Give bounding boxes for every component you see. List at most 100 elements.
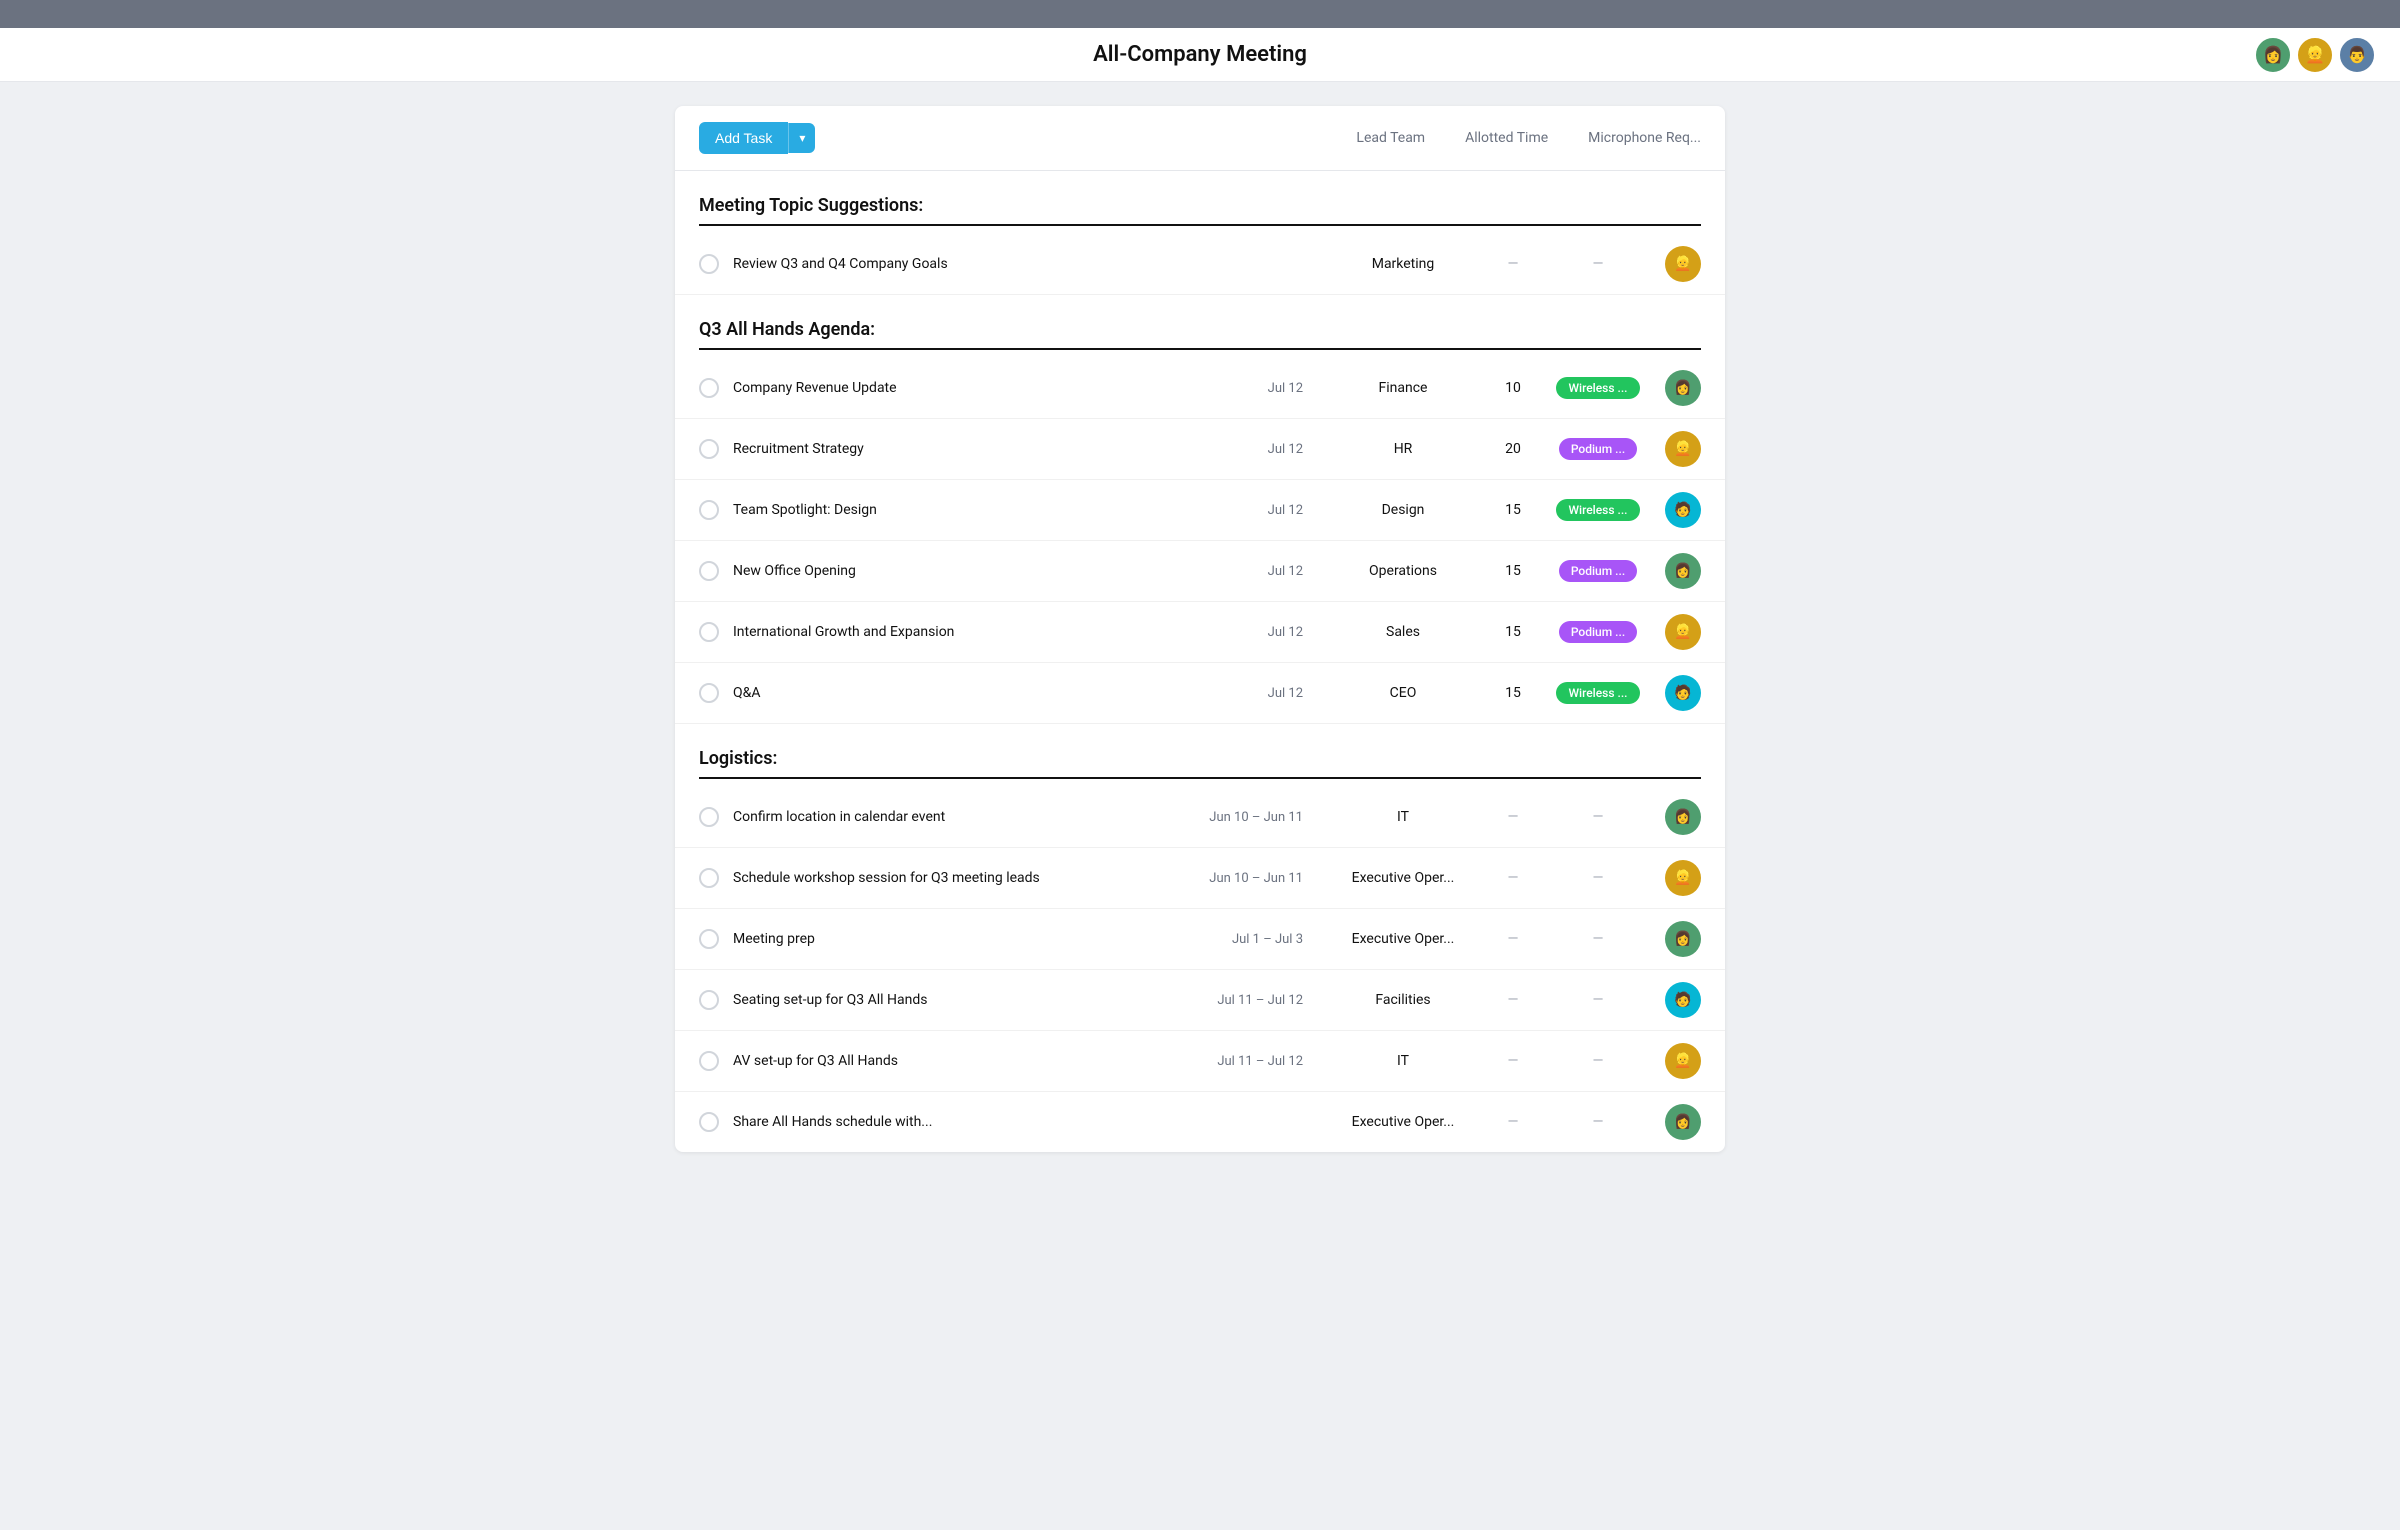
task-checkbox[interactable] [699,500,719,520]
add-task-dropdown-button[interactable]: ▾ [788,123,815,153]
task-name: New Office Opening [733,563,1173,579]
task-time: — [1483,809,1543,825]
task-mic: — [1543,809,1653,825]
task-checkbox[interactable] [699,929,719,949]
task-checkbox[interactable] [699,439,719,459]
task-team: Marketing [1323,256,1483,272]
task-name: Company Revenue Update [733,380,1173,396]
task-team: CEO [1323,685,1483,701]
avatar-1[interactable]: 👩 [2254,36,2292,74]
avatar-2[interactable]: 👱 [2296,36,2334,74]
main-content: Add Task ▾ Lead Team Allotted Time Micro… [0,82,2400,1176]
col-microphone-req: Microphone Req... [1588,130,1701,146]
task-time: 15 [1483,502,1543,518]
task-mic: Podium ... [1543,560,1653,582]
avatar: 🧑 [1665,492,1701,528]
toolbar-columns: Lead Team Allotted Time Microphone Req..… [1356,130,1701,146]
table-row: Q&A Jul 12 CEO 15 Wireless ... 🧑 [675,663,1725,724]
task-name: Team Spotlight: Design [733,502,1173,518]
table-row: Company Revenue Update Jul 12 Finance 10… [675,358,1725,419]
task-checkbox[interactable] [699,561,719,581]
task-time: 20 [1483,441,1543,457]
mic-badge[interactable]: Podium ... [1559,621,1637,643]
section-logistics: Logistics: [675,724,1725,787]
task-mic: — [1543,1053,1653,1069]
task-card: Add Task ▾ Lead Team Allotted Time Micro… [675,106,1725,1152]
task-date: Jul 12 [1173,381,1303,396]
task-name: Confirm location in calendar event [733,809,1173,825]
avatar: 👱 [1665,246,1701,282]
task-date: Jul 12 [1173,503,1303,518]
avatar: 👱 [1665,614,1701,650]
section-title-q3: Q3 All Hands Agenda: [699,319,1701,350]
table-row: Meeting prep Jul 1 – Jul 3 Executive Ope… [675,909,1725,970]
task-checkbox[interactable] [699,378,719,398]
task-time: — [1483,1114,1543,1130]
avatar: 👩 [1665,370,1701,406]
task-mic: Podium ... [1543,621,1653,643]
task-time: 15 [1483,563,1543,579]
top-bar [0,0,2400,28]
task-name: Recruitment Strategy [733,441,1173,457]
task-mic: Wireless ... [1543,682,1653,704]
task-name: International Growth and Expansion [733,624,1173,640]
task-time: 10 [1483,380,1543,396]
task-time: — [1483,992,1543,1008]
page-title: All-Company Meeting [1093,42,1307,67]
task-checkbox[interactable] [699,1112,719,1132]
task-date: Jul 11 – Jul 12 [1173,993,1303,1008]
task-mic: — [1543,931,1653,947]
task-date: Jul 12 [1173,625,1303,640]
toolbar: Add Task ▾ Lead Team Allotted Time Micro… [675,106,1725,171]
avatar: 👱 [1665,860,1701,896]
avatar: 👩 [1665,1104,1701,1140]
avatar: 🧑 [1665,675,1701,711]
mic-badge[interactable]: Wireless ... [1556,377,1639,399]
task-checkbox[interactable] [699,1051,719,1071]
task-team: Finance [1323,380,1483,396]
table-row: Recruitment Strategy Jul 12 HR 20 Podium… [675,419,1725,480]
section-title-meeting-topic: Meeting Topic Suggestions: [699,195,1701,226]
task-checkbox[interactable] [699,254,719,274]
task-mic: — [1543,992,1653,1008]
task-date: Jun 10 – Jun 11 [1173,810,1303,825]
mic-badge[interactable]: Wireless ... [1556,682,1639,704]
task-mic: — [1543,256,1653,272]
mic-badge[interactable]: Podium ... [1559,438,1637,460]
task-time: 15 [1483,685,1543,701]
task-checkbox[interactable] [699,990,719,1010]
header: All-Company Meeting 👩 👱 👨 [0,28,2400,82]
task-time: — [1483,1053,1543,1069]
table-row: Confirm location in calendar event Jun 1… [675,787,1725,848]
task-checkbox[interactable] [699,622,719,642]
add-task-button[interactable]: Add Task [699,122,788,154]
avatar: 🧑 [1665,982,1701,1018]
task-team: Executive Oper... [1323,1114,1483,1130]
task-time: 15 [1483,624,1543,640]
mic-badge[interactable]: Podium ... [1559,560,1637,582]
task-date: Jul 12 [1173,564,1303,579]
col-allotted-time: Allotted Time [1465,130,1548,146]
task-team: Sales [1323,624,1483,640]
task-name: Seating set-up for Q3 All Hands [733,992,1173,1008]
task-team: IT [1323,809,1483,825]
avatar-3[interactable]: 👨 [2338,36,2376,74]
task-mic: — [1543,1114,1653,1130]
mic-badge[interactable]: Wireless ... [1556,499,1639,521]
task-checkbox[interactable] [699,807,719,827]
task-team: Executive Oper... [1323,931,1483,947]
header-avatars: 👩 👱 👨 [2254,36,2376,74]
section-title-logistics: Logistics: [699,748,1701,779]
task-date: Jul 12 [1173,442,1303,457]
table-row: Share All Hands schedule with... Executi… [675,1092,1725,1152]
avatar: 👱 [1665,1043,1701,1079]
task-checkbox[interactable] [699,683,719,703]
task-name: Share All Hands schedule with... [733,1114,1173,1130]
table-row: Team Spotlight: Design Jul 12 Design 15 … [675,480,1725,541]
task-team: Design [1323,502,1483,518]
task-team: Operations [1323,563,1483,579]
task-team: Executive Oper... [1323,870,1483,886]
task-checkbox[interactable] [699,868,719,888]
section-q3-all-hands: Q3 All Hands Agenda: [675,295,1725,358]
task-team: HR [1323,441,1483,457]
